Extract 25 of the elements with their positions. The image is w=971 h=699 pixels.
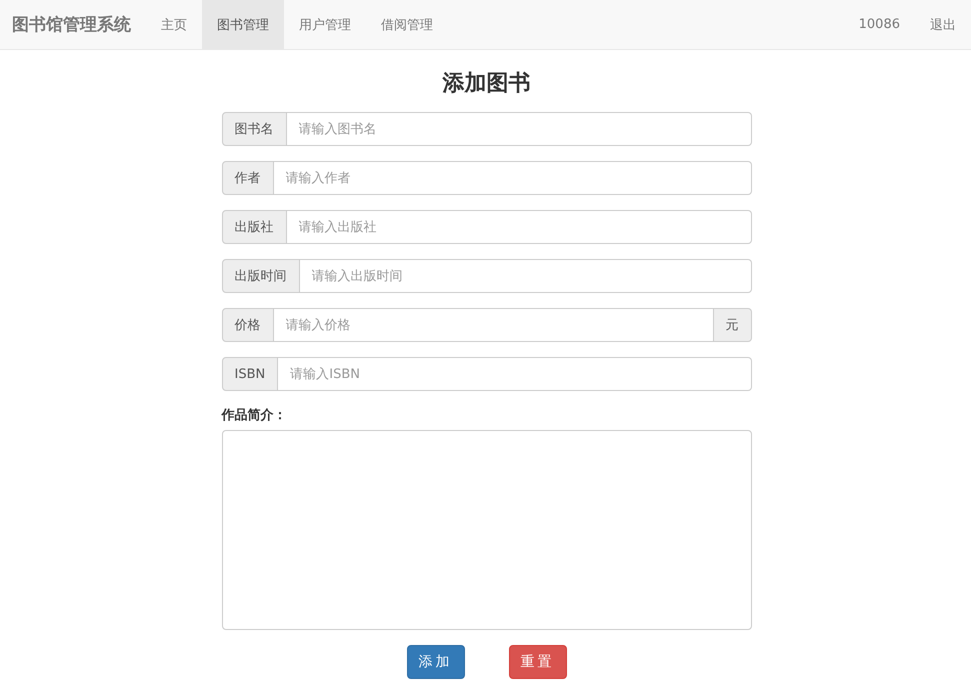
nav-link[interactable]: 退出 bbox=[915, 0, 971, 49]
reset-button[interactable]: 重置 bbox=[508, 645, 566, 679]
nav-item[interactable]: 用户管理 bbox=[284, 0, 366, 49]
text-area[interactable] bbox=[222, 430, 752, 630]
input-field[interactable]: 请输入出版时间 bbox=[300, 259, 752, 293]
field-label: 作者 bbox=[222, 161, 274, 195]
input-field[interactable]: 请输入作者 bbox=[274, 161, 752, 195]
input-field[interactable]: 请输入ISBN bbox=[278, 357, 752, 391]
brand-link[interactable]: 图书馆管理系统 bbox=[0, 0, 146, 49]
nav-item[interactable]: 图书管理 bbox=[202, 0, 284, 49]
nav-item[interactable]: 主页 bbox=[146, 0, 202, 49]
unit-label: 元 bbox=[714, 308, 752, 342]
nav-link[interactable]: 10086 bbox=[844, 0, 915, 49]
form-title: 添加图书 bbox=[441, 70, 532, 98]
nav-item[interactable]: 借阅管理 bbox=[366, 0, 448, 49]
field-label: 出版时间 bbox=[222, 259, 300, 293]
input-field[interactable]: 请输入出版社 bbox=[286, 210, 752, 244]
input-field[interactable]: 请输入价格 bbox=[274, 308, 714, 342]
field-label: 图书名 bbox=[222, 112, 286, 146]
field-label: 价格 bbox=[222, 308, 274, 342]
field-label: ISBN bbox=[222, 357, 278, 391]
add-button[interactable]: 添加 bbox=[406, 645, 464, 679]
input-field[interactable]: 请输入图书名 bbox=[286, 112, 752, 146]
field-label: 作品简介： bbox=[222, 407, 288, 424]
field-label: 出版社 bbox=[222, 210, 286, 244]
